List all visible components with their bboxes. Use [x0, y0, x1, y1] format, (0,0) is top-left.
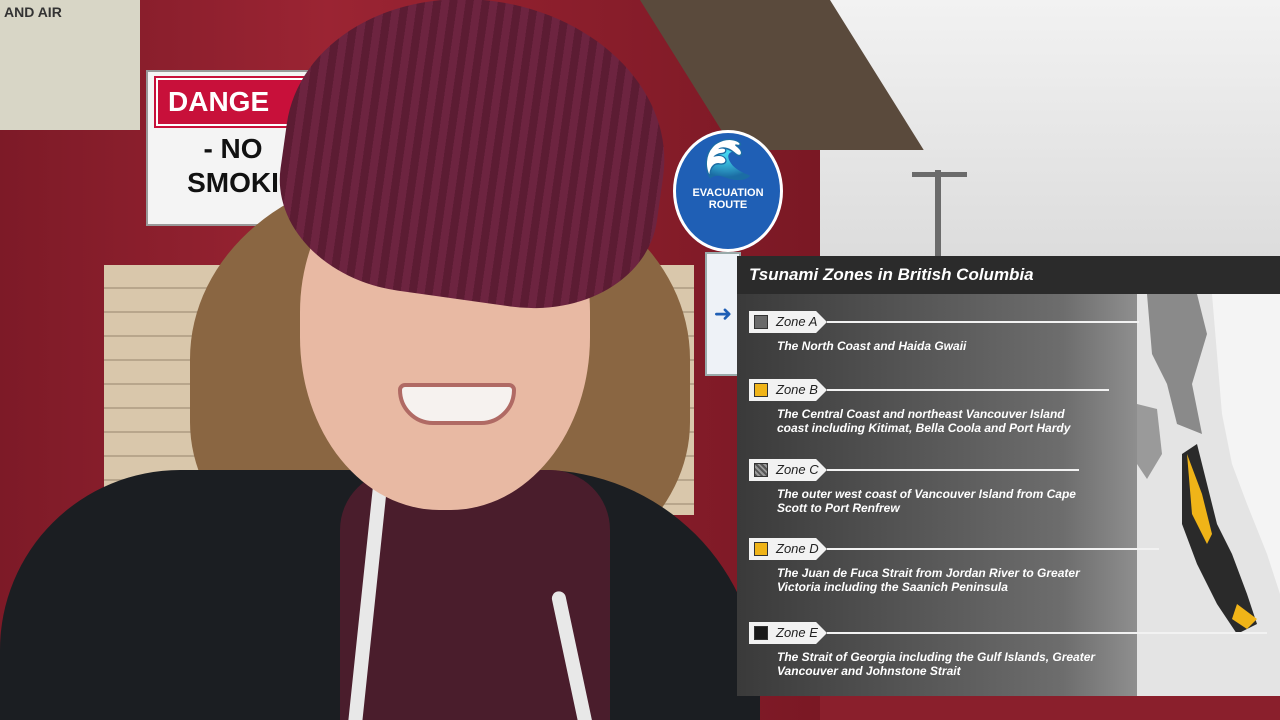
zone-label-e: Zone E	[776, 625, 818, 640]
zone-swatch-c	[754, 463, 768, 477]
zone-tag-a: Zone A	[749, 311, 827, 333]
zone-connector-b	[827, 389, 1109, 391]
zone-label-c: Zone C	[776, 462, 819, 477]
person	[0, 0, 760, 720]
zone-swatch-e	[754, 626, 768, 640]
zone-swatch-b	[754, 383, 768, 397]
zone-connector-c	[827, 469, 1079, 471]
zone-tag-b: Zone B	[749, 379, 827, 401]
zone-connector-e	[827, 632, 1267, 634]
zone-description-a: The North Coast and Haida Gwaii	[777, 339, 967, 353]
tsunami-zones-overlay: Tsunami Zones in British Columbia Zone A…	[737, 256, 1280, 696]
zone-label-d: Zone D	[776, 541, 819, 556]
zone-connector-d	[827, 548, 1159, 550]
zone-tag-c: Zone C	[749, 459, 827, 481]
smile	[398, 383, 516, 425]
overlay-title: Tsunami Zones in British Columbia	[737, 256, 1280, 294]
zone-label-a: Zone A	[776, 314, 818, 329]
zone-connector-a	[827, 321, 1139, 323]
utility-pole	[935, 170, 941, 260]
zone-tag-e: Zone E	[749, 622, 827, 644]
zone-description-d: The Juan de Fuca Strait from Jordan Rive…	[777, 566, 1080, 594]
zone-description-b: The Central Coast and northeast Vancouve…	[777, 407, 1071, 435]
zone-description-e: The Strait of Georgia including the Gulf…	[777, 650, 1096, 678]
zone-swatch-a	[754, 315, 768, 329]
zone-description-c: The outer west coast of Vancouver Island…	[777, 487, 1076, 515]
utility-pole-crossbar	[912, 172, 967, 177]
zone-label-b: Zone B	[776, 382, 818, 397]
zone-tag-d: Zone D	[749, 538, 827, 560]
zone-swatch-d	[754, 542, 768, 556]
bc-coast-map	[1137, 294, 1280, 696]
